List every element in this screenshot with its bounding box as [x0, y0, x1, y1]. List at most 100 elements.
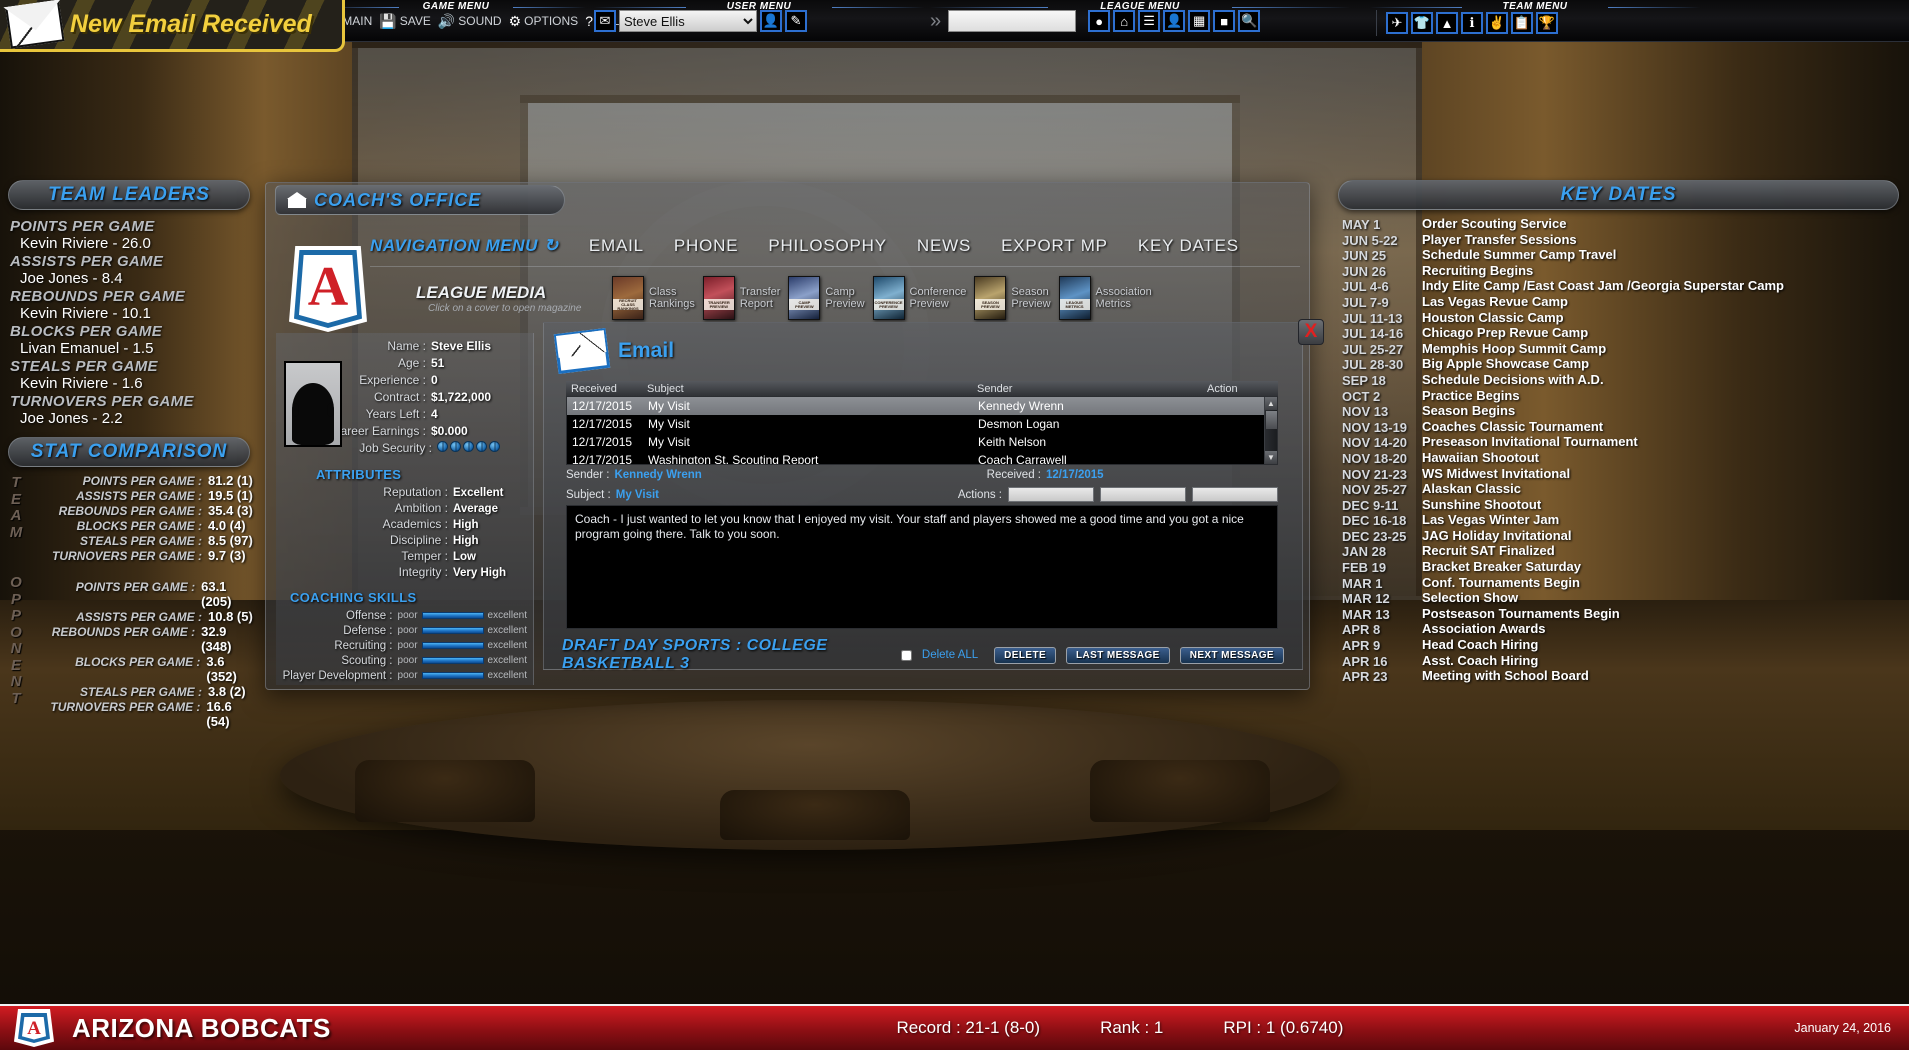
email-rows: 12/17/2015 My Visit Kennedy Wrenn 12/17/201… — [567, 397, 1277, 465]
action-slot-2[interactable] — [1100, 487, 1186, 502]
key-date-date: MAR 13 — [1342, 606, 1390, 622]
standings-icon[interactable]: ☰ — [1138, 10, 1161, 32]
game-menu-item-label: MAIN — [342, 14, 373, 28]
email-row[interactable]: 12/17/2015 My Visit Keith Nelson — [567, 433, 1277, 451]
team-side-label: TEAM — [9, 474, 23, 541]
coach-skill-label: Player Development : — [282, 669, 393, 682]
refresh-arrow-icon[interactable]: ↻ — [544, 236, 559, 256]
scroll-up-icon[interactable]: ▲ — [1265, 397, 1277, 410]
magazine-cover-text: LEAGUE METRICS — [1059, 299, 1090, 310]
email-row[interactable]: 12/17/2015 My Visit Kennedy Wrenn — [567, 397, 1277, 415]
depth-chart-icon[interactable]: ▲ — [1436, 12, 1458, 34]
action-slot-3[interactable] — [1192, 487, 1278, 502]
close-icon[interactable]: X — [1298, 319, 1324, 345]
skill-high-label: excellent — [487, 640, 527, 651]
magazine-camp-preview[interactable]: CAMP PREVIEW Camp Preview — [788, 276, 865, 320]
magazine-association-metrics[interactable]: LEAGUE METRICS Association Metrics — [1058, 276, 1152, 320]
coach-attribute-value: Excellent — [453, 487, 504, 499]
key-dates-sidebar: KEY DATES MAY 1 Order Scouting Service JUN… — [1330, 180, 1909, 820]
box-icon[interactable]: ■ — [1213, 10, 1236, 32]
info-icon[interactable]: ℹ — [1461, 12, 1483, 34]
magnifier-icon[interactable]: 🔍 — [1238, 10, 1261, 32]
email-table-header: Received Subject Sender Action — [566, 381, 1278, 396]
magazine-transfer-report[interactable]: TRANSFER PREVIEW Transfer Report — [702, 276, 780, 320]
delete-all-checkbox[interactable] — [900, 649, 912, 661]
basketball-icon — [463, 441, 474, 452]
game-menu-group: GAME MENU 🗎MAIN💾SAVE🔊SOUND⚙OPTIONS?HELP!… — [326, 0, 694, 42]
coachs-office-tab[interactable]: COACH'S OFFICE — [275, 185, 565, 215]
jersey-icon[interactable]: 👕 — [1411, 12, 1433, 34]
coach-info-value: 51 — [431, 356, 445, 370]
handshake-icon[interactable]: ✌ — [1486, 12, 1508, 34]
double-chevron-right-icon[interactable]: » — [930, 11, 941, 31]
key-date-date: NOV 18-20 — [1342, 450, 1408, 466]
opponent-stat-label: POINTS PER GAME : — [75, 580, 196, 594]
scrollbar-thumb[interactable] — [1266, 411, 1277, 429]
opponent-stat-row: STEALS PER GAME : 3.8 (2) — [30, 684, 258, 699]
players-icon[interactable]: 👤 — [1163, 10, 1186, 32]
delete-all-label: Delete ALL — [921, 649, 979, 661]
schedule-icon[interactable]: ▦ — [1188, 10, 1211, 32]
league-media-title: LEAGUE MEDIA — [416, 282, 547, 302]
clipboard-icon[interactable]: 📋 — [1511, 12, 1533, 34]
key-date-date: DEC 9-11 — [1342, 497, 1399, 513]
action-slot-1[interactable] — [1008, 487, 1094, 502]
nav-item-email[interactable]: EMAIL — [589, 236, 644, 256]
last-message-button[interactable]: LAST MESSAGE — [1066, 646, 1170, 664]
email-list-scrollbar[interactable]: ▲ ▼ — [1264, 397, 1277, 464]
nav-item-phone[interactable]: PHONE — [674, 236, 738, 256]
magazine-conference-preview[interactable]: CONFERENCE PREVIEW Conference Preview — [872, 276, 966, 320]
coach-attribute-row: Ambition : Average — [276, 501, 533, 517]
magazine-cover: CONFERENCE PREVIEW — [872, 276, 905, 320]
statusbar-date: January 24, 2016 — [1794, 1021, 1891, 1035]
person-icon[interactable]: 👤 — [760, 10, 782, 32]
game-menu-item-options[interactable]: ⚙ OPTIONS — [507, 13, 581, 29]
key-date-date: MAR 12 — [1342, 591, 1390, 607]
magazine-cover: RECRUIT CLASS RANKINGS — [612, 276, 644, 320]
home-icon[interactable]: ⌂ — [1113, 10, 1136, 32]
coach-attribute-row: Temper : Low — [276, 549, 533, 565]
key-date-date: JUL 11-13 — [1342, 310, 1403, 326]
game-menu-item-sound[interactable]: 🔊 SOUND — [436, 13, 504, 29]
whistle-icon[interactable]: ✈ — [1386, 12, 1408, 34]
game-menu-item-label: SAVE — [399, 14, 431, 28]
key-date-event: Big Apple Showcase Camp — [1422, 356, 1590, 372]
team-leader-category: TURNOVERS PER GAME — [10, 393, 194, 410]
delete-button[interactable]: DELETE — [994, 646, 1057, 664]
user-menu-group: USER MENU ✉ Steve Ellis 👤 ✎ — [594, 0, 924, 42]
game-menu-item-save[interactable]: 💾 SAVE — [377, 13, 433, 29]
team-logo: A — [289, 246, 367, 332]
skill-low-label: poor — [397, 625, 418, 636]
league-search-input[interactable] — [948, 10, 1077, 32]
email-header: Email X — [544, 319, 1324, 375]
statusbar-logo-letter: A — [27, 1017, 41, 1039]
team-stat-value: 19.5 (1) — [208, 488, 253, 503]
email-row-subject: Washington St. Scouting Report — [648, 453, 819, 465]
next-message-button[interactable]: NEXT MESSAGE — [1179, 646, 1284, 664]
key-date-date: NOV 13 — [1342, 404, 1389, 420]
nav-item-philosophy[interactable]: PHILOSOPHY — [768, 236, 887, 256]
new-email-toast[interactable]: New Email Received — [0, 0, 345, 52]
key-date-event: Schedule Decisions with A.D. — [1422, 371, 1604, 387]
email-row[interactable]: 12/17/2015 Washington St. Scouting Report… — [567, 451, 1277, 465]
nav-item-news[interactable]: NEWS — [917, 236, 971, 256]
envelope-icon[interactable]: ✉ — [594, 10, 616, 32]
basketball-icon[interactable]: ● — [1088, 10, 1111, 32]
coach-skill-bar — [421, 627, 484, 634]
nav-item-export-mp[interactable]: EXPORT MP — [1001, 236, 1108, 256]
magazine-season-preview[interactable]: SEASON PREVIEW Season Preview — [974, 276, 1051, 320]
team-leaders-list: POINTS PER GAME Kevin Riviere - 26.0 ASSIS… — [0, 218, 258, 427]
user-select[interactable]: Steve Ellis — [619, 10, 757, 32]
magazine-class-rankings[interactable]: RECRUIT CLASS RANKINGS Class Rankings — [612, 276, 695, 320]
key-date-row: APR 16 Asst. Coach Hiring — [1336, 653, 1909, 670]
statusbar-rank: Rank : 1 — [1100, 1018, 1164, 1037]
pencil-icon[interactable]: ✎ — [785, 10, 807, 32]
email-row-subject: My Visit — [648, 417, 690, 431]
email-row[interactable]: 12/17/2015 My Visit Desmon Logan — [567, 415, 1277, 433]
statusbar-team-name: ARIZONA BOBCATS — [72, 1012, 331, 1043]
nav-item-key-dates[interactable]: KEY DATES — [1138, 236, 1239, 256]
scroll-down-icon[interactable]: ▼ — [1265, 451, 1277, 464]
trophy-icon[interactable]: 🏆 — [1536, 12, 1558, 34]
email-body-text: Coach - I just wanted to let you know th… — [566, 505, 1278, 629]
key-date-date: JUL 14-16 — [1342, 326, 1404, 342]
